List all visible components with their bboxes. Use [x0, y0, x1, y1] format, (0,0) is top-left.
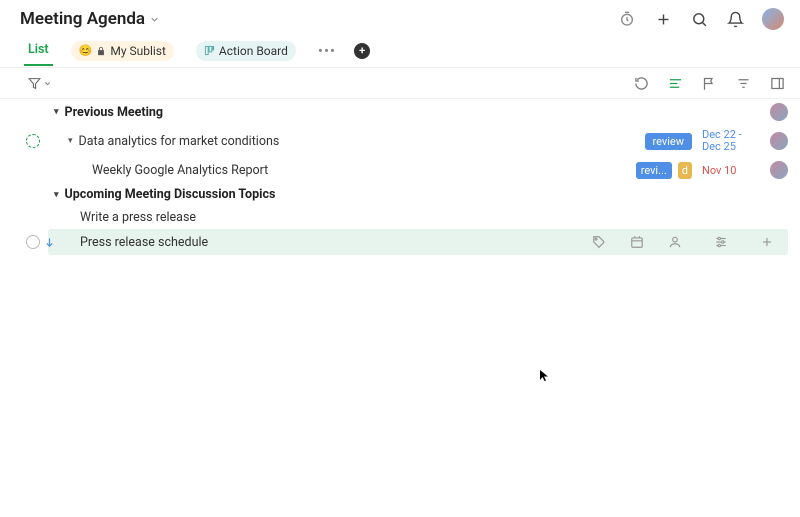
section-right	[638, 103, 788, 121]
tab-sublist[interactable]: 😊 My Sublist	[67, 35, 178, 67]
tab-sublist-label: My Sublist	[110, 44, 166, 58]
assignee-avatar[interactable]	[770, 132, 788, 150]
task-title: Weekly Google Analytics Report	[92, 163, 636, 178]
tag-icon[interactable]	[590, 233, 608, 251]
user-avatar[interactable]	[762, 8, 784, 30]
filter-button[interactable]	[28, 77, 52, 90]
tag-chip: revi...	[636, 162, 672, 179]
page-title: Meeting Agenda	[20, 9, 145, 29]
tab-list-label: List	[28, 42, 49, 57]
filter-icon	[28, 77, 41, 90]
task-meta: review Dec 22 - Dec 25	[638, 129, 788, 153]
smile-icon: 😊	[79, 44, 93, 57]
tag-chip: d	[678, 162, 692, 179]
timer-icon[interactable]	[618, 10, 636, 28]
title-wrap[interactable]: Meeting Agenda	[20, 9, 160, 29]
bell-icon[interactable]	[726, 10, 744, 28]
collapse-icon: ▾	[54, 107, 59, 117]
search-icon[interactable]	[690, 10, 708, 28]
tab-sublist-badge: 😊 My Sublist	[71, 41, 174, 61]
calendar-icon[interactable]	[628, 233, 646, 251]
arrow-down-icon[interactable]	[44, 236, 55, 249]
due-date[interactable]: Dec 22 - Dec 25	[702, 129, 762, 153]
tag-chip[interactable]: review	[645, 133, 693, 150]
task-meta: revi... d Nov 10	[636, 161, 788, 179]
status-circle[interactable]	[26, 134, 40, 148]
list-toolbar	[0, 68, 800, 99]
task-row[interactable]: Weekly Google Analytics Report revi... d …	[0, 157, 800, 183]
undo-icon[interactable]	[632, 74, 650, 92]
lock-icon	[96, 46, 106, 56]
task-row[interactable]: ▾ Data analytics for market conditions r…	[0, 125, 800, 157]
task-title: Press release schedule	[80, 235, 590, 250]
user-icon[interactable]	[666, 233, 684, 251]
tab-action-badge: Action Board	[196, 41, 296, 61]
plus-icon[interactable]	[654, 10, 672, 28]
task-title: Write a press release	[80, 210, 788, 225]
task-list: ▾ Previous Meeting ▾ Data analytics for …	[0, 99, 800, 255]
chevron-down-icon	[43, 79, 52, 88]
tabs-more-icon[interactable]: •••	[314, 42, 340, 60]
tab-action-board[interactable]: Action Board	[192, 35, 300, 67]
tab-action-label: Action Board	[219, 44, 288, 58]
sort-icon[interactable]	[734, 74, 752, 92]
task-title: Data analytics for market conditions	[79, 134, 638, 149]
add-tab-button[interactable]: +	[354, 43, 370, 59]
due-date[interactable]: Nov 10	[702, 164, 762, 177]
board-icon	[204, 45, 215, 56]
tab-list[interactable]: List	[24, 36, 53, 66]
settings-sliders-icon[interactable]	[712, 233, 730, 251]
section-header[interactable]: ▾ Upcoming Meeting Discussion Topics	[0, 183, 800, 206]
header-actions	[618, 8, 784, 30]
status-circle[interactable]	[26, 235, 40, 249]
section-title: Previous Meeting	[65, 105, 164, 120]
task-row[interactable]: Write a press release	[0, 206, 800, 229]
selection-actions	[590, 233, 776, 251]
toolbar-right	[632, 74, 786, 92]
align-left-icon[interactable]	[666, 74, 684, 92]
assignee-avatar[interactable]	[770, 103, 788, 121]
section-header[interactable]: ▾ Previous Meeting	[0, 99, 800, 125]
tabs-bar: List 😊 My Sublist Action Board ••• +	[0, 34, 800, 68]
flag-icon[interactable]	[700, 74, 718, 92]
expand-icon[interactable]: ▾	[68, 136, 73, 146]
cursor-icon	[538, 368, 550, 382]
chevron-down-icon	[149, 14, 160, 25]
section-title: Upcoming Meeting Discussion Topics	[65, 187, 276, 202]
task-row-selected[interactable]: Press release schedule	[48, 229, 788, 255]
add-subtask-icon[interactable]	[758, 233, 776, 251]
collapse-icon: ▾	[54, 190, 59, 200]
tag-group[interactable]: revi... d	[636, 162, 698, 179]
assignee-avatar[interactable]	[770, 161, 788, 179]
panel-icon[interactable]	[768, 74, 786, 92]
page-header: Meeting Agenda	[0, 0, 800, 34]
